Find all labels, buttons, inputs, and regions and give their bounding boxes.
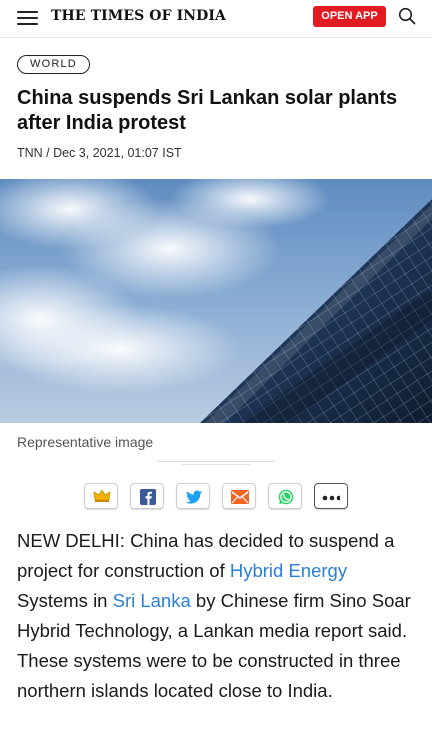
link-hybrid-energy[interactable]: Hybrid Energy [230, 560, 347, 581]
site-logo[interactable]: THE TIMES OF INDIA [51, 8, 226, 24]
hamburger-menu-icon[interactable] [17, 10, 39, 26]
top-header: THE TIMES OF INDIA OPEN APP [0, 0, 432, 38]
section-badge[interactable]: WORLD [17, 55, 90, 74]
crown-icon[interactable] [84, 483, 118, 509]
hero-image [0, 179, 432, 423]
link-sri-lanka[interactable]: Sri Lanka [113, 590, 191, 611]
facebook-icon[interactable] [130, 483, 164, 509]
article-text: Systems in [17, 590, 113, 611]
article-body: NEW DELHI: China has decided to suspend … [17, 526, 417, 706]
article-byline: TNN / Dec 3, 2021, 01:07 IST [17, 146, 182, 160]
search-icon[interactable] [398, 7, 416, 25]
share-bar [84, 483, 350, 509]
twitter-icon[interactable] [176, 483, 210, 509]
divider [157, 461, 275, 465]
image-caption: Representative image [17, 434, 154, 450]
open-app-button[interactable]: OPEN APP [313, 6, 386, 27]
article-headline: China suspends Sri Lankan solar plants a… [17, 87, 398, 134]
whatsapp-icon[interactable] [268, 483, 302, 509]
more-icon[interactable] [314, 483, 348, 509]
email-icon[interactable] [222, 483, 256, 509]
